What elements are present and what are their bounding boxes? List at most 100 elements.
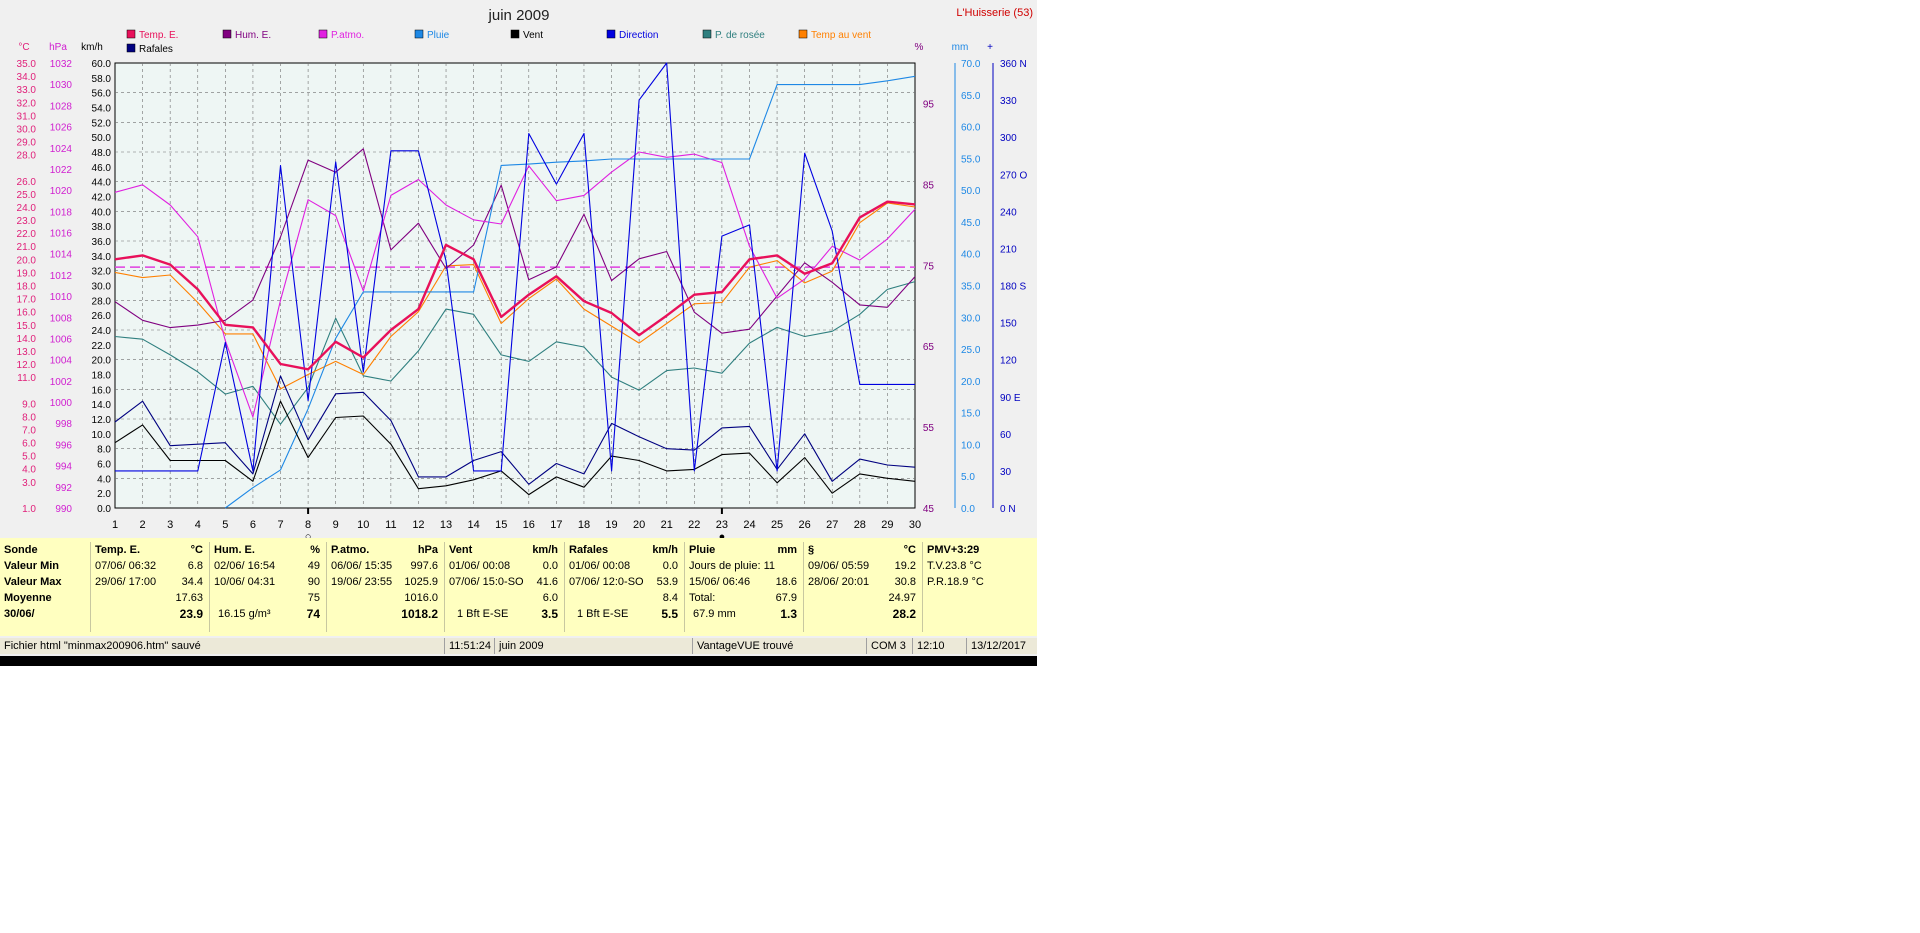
rafales-title: Rafales: [569, 544, 609, 556]
station-name: L'Huisserie (53): [956, 7, 1033, 19]
x-tick-label: 13: [440, 519, 452, 531]
patmo-current: 1018.2: [401, 607, 438, 621]
x-tick-label: 30: [909, 519, 921, 531]
pmv-tv: T.V.23.8 °C: [927, 560, 982, 572]
wind-axis-tick: 36.0: [92, 237, 112, 248]
temp-column: Temp. E. °C 07/06/ 06:32 6.8 29/06/ 17:00 3…: [91, 542, 210, 632]
temp-unit: °C: [190, 544, 203, 556]
legend-label: P.atmo.: [331, 30, 364, 41]
wind-axis-tick: 34.0: [92, 252, 112, 263]
pluie-max: 18.6: [775, 576, 797, 588]
x-tick-label: 28: [854, 519, 866, 531]
pluie-max-when: 15/06/ 06:46: [689, 576, 751, 588]
pmv-title: PMV+3:29: [927, 544, 980, 556]
temp-axis-tick: 26.0: [17, 177, 37, 188]
pressure-column: P.atmo. hPa 06/06/ 15:35 997.6 19/06/ 23:5…: [327, 542, 445, 632]
rain-axis-tick: 60.0: [961, 123, 981, 134]
humidity-axis-tick: 85: [923, 180, 935, 191]
temp-axis-tick: 7.0: [22, 425, 36, 436]
row-label-sonde: Sonde: [4, 544, 38, 556]
legend-label: P. de rosée: [715, 30, 765, 41]
section-avg: 24.97: [888, 592, 916, 604]
pmv-column: PMV+3:29 T.V.23.8 °C P.R.18.9 °C: [923, 542, 1035, 632]
section-current: 28.2: [892, 607, 916, 621]
horizontal-scrollbar[interactable]: [0, 656, 1037, 666]
humidity-column: Hum. E.% 02/06/ 16:54 49 10/06/ 04:31 90 7…: [210, 542, 327, 632]
pluie-total: 67.9: [775, 592, 797, 604]
wind-axis-tick: 6.0: [97, 460, 111, 471]
status-clock: 12:10: [913, 638, 967, 654]
x-tick-label: 19: [605, 519, 617, 531]
temp-axis-tick: 33.0: [17, 85, 37, 96]
vent-min-when: 01/06/ 00:08: [449, 560, 511, 572]
temp-axis-tick: 30.0: [17, 124, 37, 135]
temp-min: 6.8: [187, 560, 203, 572]
direction-axis-tick: 180 S: [1000, 282, 1026, 293]
wind-axis-tick: 4.0: [97, 474, 111, 485]
rafales-min-when: 01/06/ 00:08: [569, 560, 631, 572]
rain-axis-tick: 15.0: [961, 409, 981, 420]
patmo-avg: 1016.0: [404, 592, 438, 604]
section-column: § °C 09/06/ 05:59 19.2 28/06/ 20:01 30.8 24…: [804, 542, 923, 632]
pressure-axis-tick: 1022: [50, 165, 73, 176]
x-tick-label: 3: [167, 519, 173, 531]
direction-axis-tick: 30: [1000, 467, 1012, 478]
direction-axis-tick: 270 O: [1000, 170, 1027, 181]
hum-absolute: 16.15 g/m³: [218, 608, 271, 620]
temp-axis-tick: 28.0: [17, 151, 37, 162]
x-tick-label: 24: [743, 519, 755, 531]
pressure-axis-tick: 1008: [50, 313, 73, 324]
direction-axis-tick: 210: [1000, 244, 1017, 255]
status-month: juin 2009: [495, 638, 693, 654]
x-tick-label: 1: [112, 519, 118, 531]
pressure-axis-tick: 1002: [50, 377, 73, 388]
weather-chart: 1 2 3 4 5 6 7 8 9 10 11 12 13 14 15 16 17 18 19 20 21 22 23 24 2…: [0, 0, 1037, 538]
status-bar: Fichier html "minmax200906.htm" sauvé 11…: [0, 638, 1037, 654]
row-label-min: Valeur Min: [4, 560, 60, 572]
temp-axis-tick: 11.0: [17, 373, 36, 384]
wind-axis-tick: 58.0: [92, 74, 112, 85]
hum-max-when: 10/06/ 04:31: [214, 576, 276, 588]
direction-axis-tick: 60: [1000, 430, 1012, 441]
temp-axis-tick: 32.0: [17, 98, 37, 109]
section-min: 19.2: [894, 560, 916, 572]
pressure-axis-tick: 1014: [50, 250, 73, 261]
temp-avg: 17.63: [175, 592, 203, 604]
pluie-cumul: 67.9 mm: [693, 608, 736, 620]
temp-axis-tick: 13.0: [17, 347, 37, 358]
wind-axis-tick: 56.0: [92, 89, 112, 100]
wind-axis-tick: 42.0: [92, 193, 112, 204]
wind-axis-tick: 52.0: [92, 118, 112, 129]
rain-axis-tick: 70.0: [961, 59, 981, 70]
hum-min: 49: [307, 560, 320, 572]
temp-axis-tick: 9.0: [22, 399, 36, 410]
direction-axis-tick: 150: [1000, 319, 1017, 330]
x-tick-label: 29: [881, 519, 893, 531]
vent-max-when: 07/06/ 15:0-SO: [449, 576, 524, 588]
wind-axis-tick: 10.0: [92, 430, 112, 441]
pressure-axis-tick: 992: [55, 483, 72, 494]
pluie-current: 1.3: [780, 607, 797, 621]
humidity-unit-label: %: [915, 42, 924, 53]
moon-phase-marker: ○: [305, 531, 312, 538]
pressure-axis-tick: 1020: [50, 186, 73, 197]
pressure-axis-tick: 1032: [50, 59, 73, 70]
direction-axis-tick: 90 E: [1000, 393, 1021, 404]
pressure-axis-tick: 994: [55, 462, 72, 473]
humidity-axis-tick: 95: [923, 99, 935, 110]
summary-panel: Sonde Valeur Min Valeur Max Moyenne 30/0…: [0, 538, 1037, 636]
legend-label: Hum. E.: [235, 30, 271, 41]
direction-axis-tick: 120: [1000, 356, 1017, 367]
vent-title: Vent: [449, 544, 473, 556]
x-tick-label: 6: [250, 519, 256, 531]
direction-unit-label: +: [987, 42, 993, 53]
temp-axis-tick: 18.0: [17, 282, 37, 293]
status-device: VantageVUE trouvé: [693, 638, 867, 654]
rafales-max-when: 07/06/ 12:0-SO: [569, 576, 644, 588]
section-unit: °C: [903, 544, 916, 556]
vent-current: 3.5: [541, 607, 558, 621]
legend-swatch: [798, 29, 808, 39]
temp-axis-tick: 25.0: [17, 190, 37, 201]
temp-title: Temp. E.: [95, 544, 141, 556]
legend-label: Vent: [523, 30, 543, 41]
